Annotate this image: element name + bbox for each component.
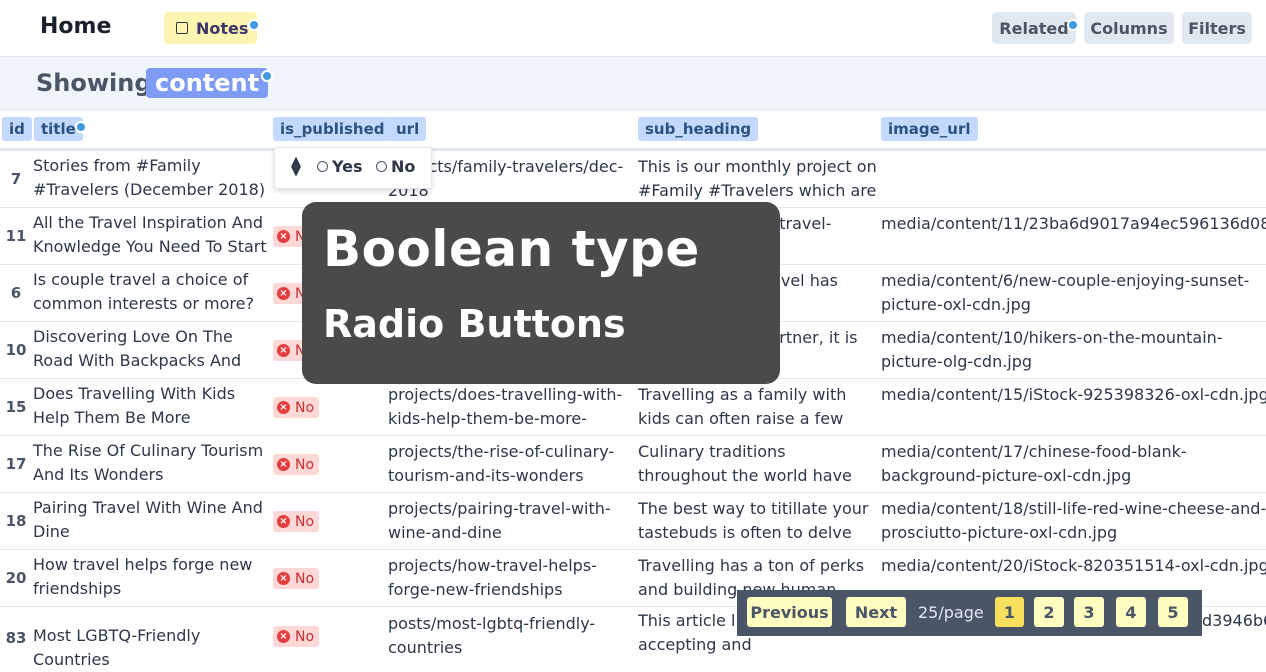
table-row[interactable]: 15 Does Travelling With Kids Help Them B… — [0, 379, 1266, 436]
page-button-2[interactable]: 2 — [1034, 597, 1064, 627]
radio-yes[interactable]: Yes — [317, 157, 363, 176]
related-indicator-dot — [1067, 19, 1079, 31]
cell-image-url: media/content/6/new-couple-enjoying-suns… — [881, 271, 1250, 314]
cell-title: Most LGBTQ-Friendly Countries — [33, 626, 201, 669]
is-published-badge: × No — [273, 397, 320, 418]
is-published-badge: × No — [273, 568, 320, 589]
cell-sub-heading: This is our monthly project on #Family #… — [638, 157, 877, 200]
cell-title: Pairing Travel With Wine And Dine — [33, 498, 263, 541]
columns-button[interactable]: Columns — [1084, 12, 1174, 44]
notes-button-label: Notes — [196, 18, 249, 38]
table-header: id title is_published url sub_heading im… — [0, 110, 1266, 151]
radio-yes-label: Yes — [332, 157, 363, 176]
cell-sub-heading: Travelling as a family with kids can oft… — [638, 385, 847, 428]
title-column-dot — [75, 121, 87, 133]
x-circle-icon: × — [277, 630, 290, 643]
page-button-1[interactable]: 1 — [995, 597, 1024, 627]
cell-image-url-tail: d3946b6 oxl-cdn.jpg — [1202, 611, 1266, 630]
table-row[interactable]: 17 The Rise Of Culinary Tourism And Its … — [0, 436, 1266, 493]
cell-image-url: media/content/15/iStock-925398326-oxl-cd… — [881, 385, 1266, 404]
sort-icon[interactable]: ▲ ▼ — [291, 155, 301, 178]
radio-no[interactable]: No — [376, 157, 415, 176]
cell-id: 11 — [5, 227, 27, 245]
notes-indicator-dot — [248, 19, 260, 31]
x-circle-icon: × — [277, 230, 290, 243]
related-button[interactable]: Related — [992, 12, 1076, 44]
cell-id: 7 — [10, 170, 22, 188]
cell-title: Stories from #Family #Travelers (Decembe… — [33, 156, 266, 199]
showing-label: Showing: — [36, 69, 162, 97]
cell-id: 15 — [5, 398, 27, 416]
cell-id: 20 — [5, 569, 27, 587]
is-published-badge: × No — [273, 626, 320, 647]
column-header-url[interactable]: url — [389, 117, 427, 141]
table-row[interactable]: 7 Stories from #Family #Travelers (Decem… — [0, 151, 1266, 208]
note-icon — [176, 22, 188, 34]
radio-circle-icon[interactable] — [317, 161, 328, 172]
x-circle-icon: × — [277, 458, 290, 471]
column-header-image-url[interactable]: image_url — [881, 117, 978, 141]
is-published-badge: × No — [273, 511, 320, 532]
cell-url: projects/does-travelling-with-kids-help-… — [388, 385, 623, 428]
cell-image-url: media/content/11/23ba6d9017a94ec596136d0… — [881, 214, 1266, 233]
column-header-sub-heading[interactable]: sub_heading — [638, 117, 759, 141]
pagination-bar: Previous Next 25/page 1 2 3 4 5 — [737, 590, 1202, 636]
table-name-chip[interactable]: content — [146, 68, 269, 98]
column-header-id[interactable]: id — [2, 117, 32, 141]
boolean-filter-popover: ▲ ▼ Yes No — [274, 147, 432, 189]
x-circle-icon: × — [277, 344, 290, 357]
showing-bar: Showing: content — [0, 57, 1266, 110]
is-published-badge: × No — [273, 454, 320, 475]
cell-id: 6 — [10, 284, 22, 302]
badge-label: No — [295, 513, 315, 530]
next-button[interactable]: Next — [846, 597, 906, 627]
cell-title: All the Travel Inspiration And Knowledge… — [33, 213, 267, 256]
badge-label: No — [295, 628, 315, 645]
page-button-3[interactable]: 3 — [1074, 597, 1104, 627]
cell-id: 18 — [5, 512, 27, 530]
badge-label: No — [295, 456, 315, 473]
x-circle-icon: × — [277, 572, 290, 585]
x-circle-icon: × — [277, 287, 290, 300]
cell-title: Does Travelling With Kids Help Them Be M… — [33, 384, 236, 427]
cell-image-url — [881, 155, 1266, 203]
table-row[interactable]: 18 Pairing Travel With Wine And Dine × No… — [0, 493, 1266, 550]
cell-image-url: media/content/17/chinese-food-blank-back… — [881, 442, 1187, 485]
cell-image-url: media/content/18/still-life-red-wine-che… — [881, 499, 1266, 542]
overlay-subtitle: Radio Buttons — [323, 302, 626, 346]
cell-sub-heading: The best way to titillate your tastebuds… — [638, 499, 869, 542]
overlay-title: Boolean type — [323, 220, 700, 278]
column-header-is-published[interactable]: is_published — [273, 117, 392, 141]
filters-button[interactable]: Filters — [1182, 12, 1252, 44]
badge-label: No — [295, 570, 315, 587]
notes-button[interactable]: Notes — [164, 12, 257, 44]
cell-image-url: media/content/10/hikers-on-the-mountain-… — [881, 328, 1223, 371]
radio-no-label: No — [391, 157, 416, 176]
top-bar: Home Notes Related Columns Filters — [0, 0, 1266, 57]
cell-id: 17 — [5, 455, 27, 473]
badge-label: No — [295, 399, 315, 416]
cell-url: posts/most-lgbtq-friendly-countries — [388, 614, 596, 657]
cell-sub-heading: Culinary traditions throughout the world… — [638, 442, 852, 485]
page-button-5[interactable]: 5 — [1158, 597, 1188, 627]
caption-overlay: Boolean type Radio Buttons — [302, 202, 780, 384]
table-indicator-dot — [261, 70, 273, 82]
cell-title: The Rise Of Culinary Tourism And Its Won… — [33, 441, 264, 484]
x-circle-icon: × — [277, 515, 290, 528]
home-title[interactable]: Home — [40, 14, 111, 39]
cell-title: Is couple travel a choice of common inte… — [33, 270, 254, 313]
cell-url: projects/pairing-travel-with-wine-and-di… — [388, 499, 611, 542]
cell-title: Discovering Love On The Road With Backpa… — [33, 327, 242, 370]
x-circle-icon: × — [277, 401, 290, 414]
previous-button[interactable]: Previous — [747, 597, 832, 627]
page-button-4[interactable]: 4 — [1116, 597, 1146, 627]
per-page-selector[interactable]: 25/page — [918, 603, 984, 622]
cell-title: How travel helps forge new friendships — [33, 555, 253, 598]
radio-circle-icon[interactable] — [376, 161, 387, 172]
cell-id: 83 — [5, 629, 27, 647]
cell-url: projects/the-rise-of-culinary-tourism-an… — [388, 442, 615, 485]
cell-url: projects/how-travel-helps-forge-new-frie… — [388, 556, 597, 599]
cell-id: 10 — [5, 341, 27, 359]
